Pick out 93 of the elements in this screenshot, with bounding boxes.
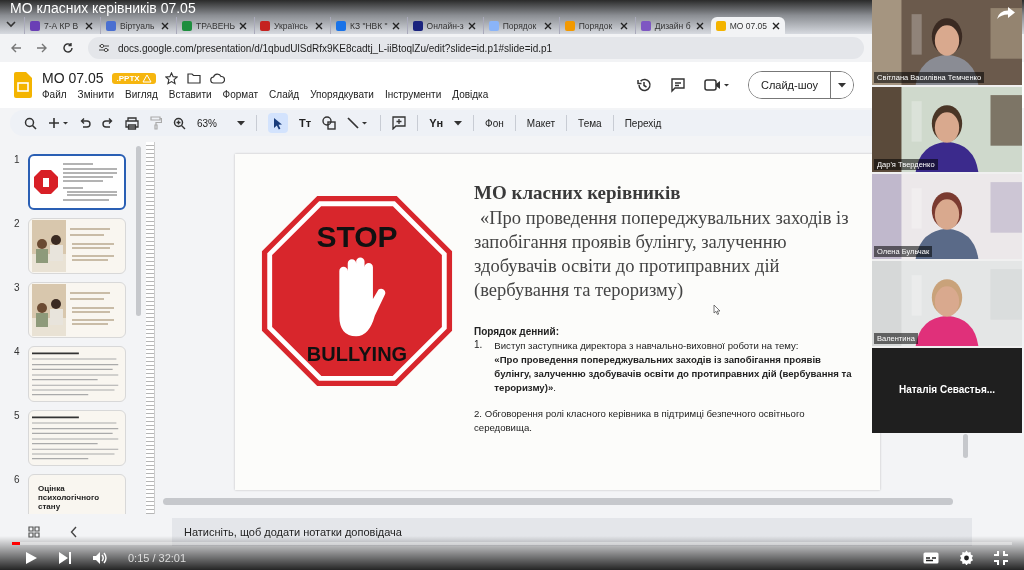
- text-box-tool[interactable]: Tт: [299, 117, 312, 129]
- grid-view-icon[interactable]: [28, 526, 40, 538]
- close-icon[interactable]: [391, 21, 400, 30]
- close-icon[interactable]: [771, 21, 780, 30]
- print-icon[interactable]: [125, 116, 139, 130]
- close-icon[interactable]: [467, 21, 476, 30]
- toolbar-button[interactable]: Макет: [526, 117, 556, 129]
- add-icon[interactable]: [48, 117, 68, 129]
- slide-thumbnail[interactable]: Оцінка психологічного стану: [28, 474, 126, 514]
- slide-number: 1: [14, 154, 21, 165]
- share-icon[interactable]: [996, 6, 1016, 20]
- menu-item[interactable]: Вигляд: [125, 89, 158, 100]
- star-icon[interactable]: [164, 71, 178, 85]
- toolbar-button[interactable]: Тема: [578, 117, 602, 129]
- menu-item[interactable]: Довідка: [452, 89, 489, 100]
- cursor-icon[interactable]: [273, 116, 283, 130]
- scrollbar[interactable]: [163, 498, 953, 505]
- menu-item[interactable]: Формат: [222, 89, 259, 100]
- comment-icon[interactable]: [669, 77, 686, 93]
- scrollbar[interactable]: [963, 434, 968, 458]
- site-info-icon[interactable]: [98, 43, 110, 53]
- slide-subtitle: «Про проведення попереджувальних заходів із запобігання проявів булінгу, залученню здобувачів освіти до протиправних дій (вербування та тероризму): [474, 207, 850, 302]
- menu-item[interactable]: Файл: [42, 89, 67, 100]
- subtitles-icon[interactable]: [923, 551, 939, 564]
- history-icon[interactable]: [635, 77, 652, 93]
- zoom-icon[interactable]: [173, 116, 186, 130]
- input-tools-button[interactable]: Yн: [429, 117, 444, 129]
- caret-icon[interactable]: [454, 120, 463, 126]
- close-icon[interactable]: [619, 21, 628, 30]
- back-icon[interactable]: [10, 42, 22, 54]
- slide-number: 2: [14, 218, 21, 229]
- participant-name: Наталія Севастья...: [897, 384, 997, 395]
- line-tool-icon[interactable]: [347, 117, 370, 129]
- stop-sign-icon: [260, 194, 454, 388]
- menu-item[interactable]: Упорядкувати: [310, 89, 374, 100]
- reload-icon[interactable]: [62, 42, 74, 54]
- slide-number: 4: [14, 346, 21, 357]
- address-bar[interactable]: docs.google.com/presentation/d/1qbudUlSdRfx9KE8cadtj_L-iiBtoqlZu/edit?slide=id.p1#slide=id.p1: [88, 37, 864, 59]
- stop-sign-icon: [33, 169, 59, 195]
- video-title[interactable]: МО класних керівників 07.05: [10, 0, 196, 16]
- close-icon[interactable]: [161, 21, 169, 30]
- agenda-item-text: Виступ заступника директора з навчально-виховної роботи на тему:: [494, 339, 800, 353]
- caret-icon[interactable]: [237, 120, 245, 126]
- menu-item[interactable]: Змінити: [77, 89, 114, 100]
- browser-tab[interactable]: МО 07.05: [710, 17, 785, 34]
- agenda-heading: Порядок денний:: [474, 326, 560, 337]
- list-number: 1.: [474, 339, 483, 352]
- close-icon[interactable]: [315, 21, 324, 30]
- search-icon[interactable]: [24, 116, 37, 130]
- slideshow-button[interactable]: Слайд-шоу: [748, 72, 831, 98]
- close-icon[interactable]: [695, 21, 704, 30]
- zoom-select[interactable]: 63%: [197, 117, 245, 129]
- caret-icon[interactable]: [6, 19, 16, 29]
- forward-icon[interactable]: [36, 42, 48, 54]
- close-icon[interactable]: [239, 21, 248, 30]
- volume-icon[interactable]: [92, 550, 108, 565]
- exit-fullscreen-icon[interactable]: [994, 550, 1008, 565]
- slide-title: МО класних керівників: [474, 182, 682, 204]
- cloud-icon[interactable]: [209, 72, 225, 84]
- agenda-item-text: 2. Обговорення ролі класного керівника в підтримці безпечного освітнього середовища.: [474, 407, 806, 435]
- chevron-left-icon[interactable]: [70, 526, 78, 538]
- mouse-cursor-icon: [713, 304, 721, 315]
- menu-item[interactable]: Вставити: [168, 89, 212, 100]
- slide-thumbnail[interactable]: [28, 154, 126, 210]
- redo-icon[interactable]: [102, 117, 114, 129]
- text-lines-drawing: [63, 162, 119, 202]
- slide-number: 6: [14, 474, 21, 485]
- shapes-icon[interactable]: [322, 116, 337, 130]
- document-title[interactable]: МО 07.05: [42, 70, 104, 86]
- speaker-notes-field[interactable]: Натисніть, щоб додати нотатки доповідача: [172, 518, 972, 546]
- agenda-item-topic: «Про проведення попереджувальних заходів із запобігання проявів булінгу, залученню здобувачів освіти до протиправних дій (вербування та тероризму)».: [494, 353, 853, 395]
- thumbnail-title: Оцінка психологічного стану: [38, 484, 101, 511]
- bullying-text: BULLYING: [305, 344, 409, 364]
- scrollbar[interactable]: [136, 146, 141, 316]
- video-time: 0:15 / 32:01: [128, 551, 187, 564]
- stop-text: STOP: [315, 222, 399, 252]
- menu-item[interactable]: Слайд: [269, 89, 300, 100]
- select-tool-button[interactable]: [268, 113, 288, 133]
- menu-item[interactable]: Інструменти: [384, 89, 442, 100]
- comment-add-icon[interactable]: [392, 116, 407, 130]
- toolbar-button[interactable]: Фон: [485, 117, 504, 129]
- close-icon[interactable]: [543, 21, 552, 30]
- play-icon[interactable]: [24, 550, 38, 565]
- video-camera-icon[interactable]: [703, 78, 730, 92]
- toolbar-button[interactable]: Перехід: [624, 117, 662, 129]
- next-icon[interactable]: [58, 550, 72, 565]
- undo-icon[interactable]: [79, 117, 91, 129]
- caret-icon[interactable]: [838, 82, 846, 88]
- settings-icon[interactable]: [959, 550, 974, 565]
- slide-number: 3: [14, 282, 21, 293]
- close-icon[interactable]: [85, 21, 93, 30]
- folder-icon[interactable]: [186, 72, 201, 84]
- slide-number: 5: [14, 410, 21, 421]
